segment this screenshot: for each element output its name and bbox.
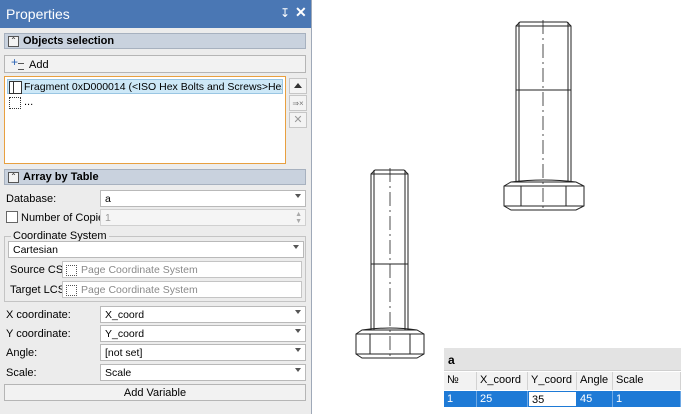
array-by-table-header[interactable]: ⌃ Array by Table <box>4 169 306 185</box>
y-coordinate-label: Y coordinate: <box>6 328 71 340</box>
target-lcs-label: Target LCS: <box>10 284 69 296</box>
target-lcs-field[interactable]: Page Coordinate System <box>62 281 302 298</box>
chevron-down-icon <box>295 368 301 372</box>
angle-value: [not set] <box>105 347 143 359</box>
remove-button[interactable]: ✕ <box>289 112 307 128</box>
table-cell-value: 45 <box>580 393 593 405</box>
y-coordinate-select[interactable]: Y_coord <box>100 325 306 342</box>
list-item-label: ... <box>24 96 34 108</box>
scale-label: Scale: <box>6 367 37 379</box>
scale-select[interactable]: Scale <box>100 364 306 381</box>
column-header-label: № <box>447 374 459 386</box>
x-coordinate-label: X coordinate: <box>6 309 71 321</box>
scale-value: Scale <box>105 367 132 379</box>
table-title-bar: a <box>444 348 681 371</box>
chevron-down-icon <box>295 310 301 314</box>
close-icon[interactable]: ✕ <box>295 4 307 21</box>
column-header-label: X_coord <box>480 374 521 386</box>
column-header[interactable]: Scale <box>613 372 681 390</box>
number-of-copies-input: 1 ▲ ▼ <box>100 209 306 226</box>
properties-panel: Properties ↧ ✕ ⌃ Objects selection + Add… <box>0 0 312 414</box>
add-variable-label: Add Variable <box>123 387 187 399</box>
chevron-down-icon <box>295 348 301 352</box>
column-header[interactable]: Y_coord <box>528 372 577 390</box>
objects-selection-header[interactable]: ⌃ Objects selection <box>4 33 306 49</box>
list-item[interactable]: ... <box>7 96 283 110</box>
table-cell-value: 35 <box>532 394 545 406</box>
hex-bolt-1[interactable] <box>503 20 585 212</box>
properties-title-bar: Properties ↧ ✕ <box>0 0 311 28</box>
database-label: Database: <box>6 193 57 205</box>
coordinate-type-select[interactable]: Cartesian <box>8 241 304 258</box>
add-variable-button[interactable]: Add Variable <box>4 384 306 401</box>
list-item-label: Fragment 0xD000014 (<ISO Hex Bolts and S… <box>24 81 282 93</box>
spinner-icon: ▲ ▼ <box>295 211 302 225</box>
database-select[interactable]: a <box>100 190 306 207</box>
angle-select[interactable]: [not set] <box>100 344 306 361</box>
table-cell[interactable]: 1 <box>444 391 477 407</box>
table-cell-editing[interactable]: 35 <box>528 391 577 407</box>
column-header[interactable]: Angle <box>577 372 613 390</box>
table-cell-value: 1 <box>616 393 623 405</box>
x-coordinate-value: X_coord <box>105 309 145 321</box>
table-cell-value: 25 <box>480 393 493 405</box>
remove-icon: ✕ <box>293 114 303 126</box>
cs-selector-icon <box>66 285 77 296</box>
column-header-label: Angle <box>580 374 609 386</box>
variable-table: a № X_coord Y_coord Angle Scale 1 25 35 … <box>444 348 681 410</box>
add-button-label: Add <box>29 59 49 71</box>
collapse-icon[interactable]: ⌃ <box>8 36 19 47</box>
number-of-copies-checkbox[interactable] <box>6 211 18 223</box>
column-header-label: Y_coord <box>531 374 572 386</box>
database-value: a <box>105 193 111 205</box>
list-icon <box>18 63 24 70</box>
angle-label: Angle: <box>6 347 38 359</box>
hex-bolt-2[interactable] <box>355 168 425 360</box>
objects-list[interactable]: Fragment 0xD000014 (<ISO Hex Bolts and S… <box>4 76 286 164</box>
chevron-up-icon <box>294 83 302 88</box>
add-button[interactable]: + Add <box>4 55 306 73</box>
source-cs-field[interactable]: Page Coordinate System <box>62 261 302 278</box>
coordinate-type-value: Cartesian <box>13 244 58 256</box>
table-cell-value: 1 <box>447 393 454 405</box>
replace-button[interactable]: ⇒× <box>289 95 307 111</box>
column-header[interactable]: № <box>444 372 477 390</box>
y-coordinate-value: Y_coord <box>105 328 145 340</box>
number-of-copies-value: 1 <box>105 212 111 224</box>
empty-slot-icon <box>9 97 21 109</box>
number-of-copies-label: Number of Copies: <box>21 212 113 224</box>
add-plus-icon: + <box>11 55 19 69</box>
table-cell[interactable]: 25 <box>477 391 528 407</box>
objects-selection-title: Objects selection <box>23 35 115 47</box>
list-item[interactable]: Fragment 0xD000014 (<ISO Hex Bolts and S… <box>7 79 283 94</box>
cs-selector-icon <box>66 265 77 276</box>
move-up-button[interactable] <box>289 78 307 94</box>
fragment-icon <box>9 81 22 94</box>
collapse-icon[interactable]: ⌃ <box>8 172 19 183</box>
table-cell[interactable]: 1 <box>613 391 681 407</box>
chevron-down-icon <box>295 194 301 198</box>
table-cell[interactable]: 45 <box>577 391 613 407</box>
source-cs-placeholder: Page Coordinate System <box>81 264 198 276</box>
source-cs-label: Source CS: <box>10 264 67 276</box>
x-coordinate-select[interactable]: X_coord <box>100 306 306 323</box>
chevron-down-icon <box>293 245 299 249</box>
chevron-down-icon <box>295 329 301 333</box>
column-header-label: Scale <box>616 374 644 386</box>
properties-title: Properties <box>6 6 70 22</box>
array-by-table-title: Array by Table <box>23 171 99 183</box>
table-name: a <box>448 353 455 367</box>
replace-icon: ⇒× <box>292 99 304 108</box>
column-header[interactable]: X_coord <box>477 372 528 390</box>
target-lcs-placeholder: Page Coordinate System <box>81 284 198 296</box>
pin-icon[interactable]: ↧ <box>280 6 290 20</box>
